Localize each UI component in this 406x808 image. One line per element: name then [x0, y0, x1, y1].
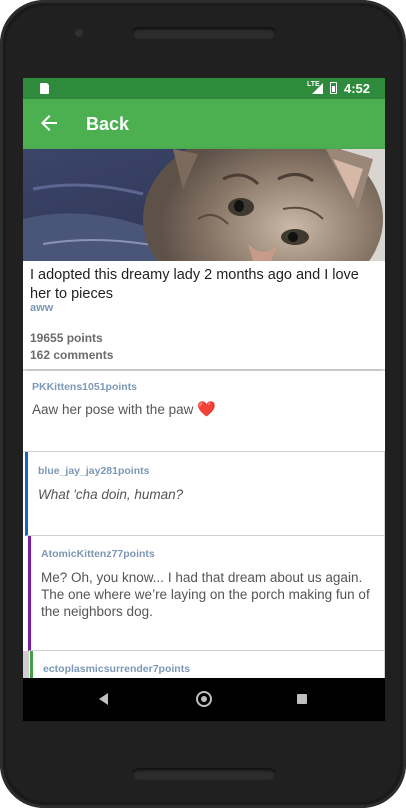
status-bar: LTE 4:52 [23, 78, 385, 99]
nav-back-icon[interactable] [99, 693, 108, 705]
post-title: I adopted this dreamy lady 2 months ago … [30, 267, 359, 302]
post-comment-count: 162 comments [30, 348, 114, 362]
phone-frame: LTE 4:52 Back I adopted this dreamy lady… [0, 0, 406, 808]
kitten-photo[interactable] [23, 149, 385, 261]
comment-body: Me? Oh, you know... I had that dream abo… [41, 570, 370, 619]
battery-icon [330, 82, 337, 94]
nav-home-icon[interactable] [196, 691, 212, 707]
top-speaker [132, 27, 276, 39]
comment-reply[interactable]: blue_jay_jay281points What 'cha doin, hu… [25, 452, 385, 536]
comment-body: What 'cha doin, human? [38, 487, 184, 502]
app-bar: Back [23, 99, 385, 149]
navigation-bar [23, 678, 385, 721]
comment-text: Aaw her pose with the paw [32, 402, 194, 417]
screen: LTE 4:52 Back I adopted this dreamy lady… [23, 78, 385, 721]
heart-emoji: ❤️ [197, 401, 216, 418]
bottom-speaker [132, 768, 276, 780]
sd-card-icon [40, 83, 49, 94]
arrow-left-icon[interactable] [37, 111, 61, 135]
comment-author[interactable]: blue_jay_jay281points [38, 465, 149, 477]
front-camera [75, 29, 83, 37]
post-card[interactable]: I adopted this dreamy lady 2 months ago … [23, 149, 385, 369]
nav-recents-icon[interactable] [297, 694, 307, 704]
subreddit-link[interactable]: aww [30, 302, 53, 314]
comment[interactable]: PKKittens1051points Aaw her pose with th… [23, 371, 385, 452]
comment-reply[interactable]: AtomicKittenz77points Me? Oh, you know..… [28, 536, 385, 651]
status-time: 4:52 [344, 81, 371, 96]
comment-author[interactable]: ectoplasmicsurrender7points [43, 663, 190, 675]
signal-icon [312, 83, 323, 94]
comment-author[interactable]: AtomicKittenz77points [41, 548, 155, 560]
comment-author[interactable]: PKKittens1051points [32, 381, 137, 393]
comment-body: Aaw her pose with the paw ❤️ [32, 401, 216, 418]
back-title[interactable]: Back [86, 114, 129, 135]
post-points: 19655 points [30, 331, 103, 345]
